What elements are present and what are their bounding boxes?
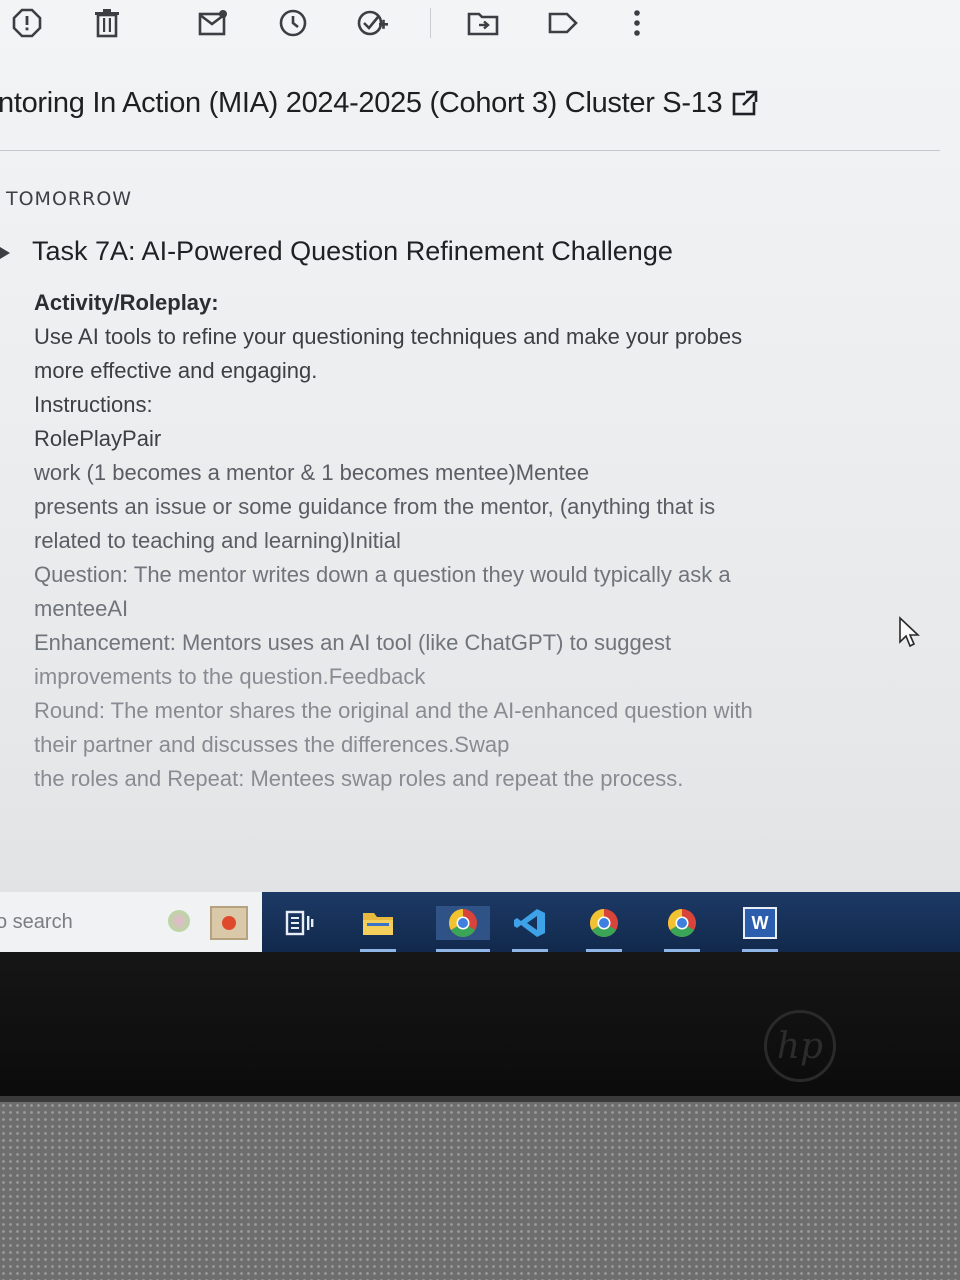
word-logo: W — [743, 907, 777, 939]
more-vert-icon[interactable] — [620, 6, 654, 40]
header-divider — [0, 150, 940, 151]
screen: ntoring In Action (MIA) 2024-2025 (Cohor… — [0, 0, 960, 960]
cortana-icon[interactable] — [168, 910, 190, 932]
email-toolbar — [0, 0, 960, 52]
delete-icon[interactable] — [90, 6, 124, 40]
task-title[interactable]: Task 7A: AI-Powered Question Refinement … — [32, 236, 673, 267]
chrome-icon-3[interactable] — [664, 906, 700, 952]
chrome-icon[interactable] — [436, 906, 490, 952]
snooze-icon[interactable] — [276, 6, 310, 40]
description-line: presents an issue or some guidance from … — [34, 494, 716, 519]
taskbar-search-box[interactable]: o search — [0, 892, 262, 952]
description-line: more effective and engaging. — [34, 358, 318, 383]
description-line: work (1 becomes a mentor & 1 becomes men… — [34, 460, 590, 485]
photo-app-icon[interactable] — [210, 906, 248, 940]
description-line: their partner and discusses the differen… — [34, 732, 510, 757]
file-explorer-icon[interactable] — [360, 906, 396, 952]
word-letter: W — [751, 912, 769, 933]
word-icon[interactable]: W — [742, 906, 778, 952]
task-description: Activity/Roleplay: Use AI tools to refin… — [34, 286, 854, 796]
open-in-new-window-icon[interactable] — [732, 90, 759, 116]
add-to-tasks-icon[interactable] — [356, 6, 390, 40]
windows-taskbar: o search W — [0, 892, 960, 952]
toolbar-divider — [430, 8, 431, 38]
task-marker — [0, 247, 10, 259]
mark-unread-icon[interactable] — [196, 6, 230, 40]
description-line: Question: The mentor writes down a quest… — [34, 562, 731, 587]
chrome-icon-2[interactable] — [586, 906, 622, 952]
description-line: RolePlayPair — [34, 426, 162, 451]
due-section-label: TOMORROW — [6, 188, 133, 210]
mouse-pointer-icon — [899, 616, 920, 648]
subject-row: ntoring In Action (MIA) 2024-2025 (Cohor… — [0, 78, 960, 128]
search-placeholder: o search — [0, 910, 73, 933]
description-line: Round: The mentor shares the original an… — [34, 698, 753, 723]
description-line: Instructions: — [34, 392, 153, 417]
label-icon[interactable] — [546, 6, 580, 40]
report-icon[interactable] — [10, 6, 44, 40]
speaker-grille — [0, 1102, 960, 1280]
move-to-icon[interactable] — [466, 6, 500, 40]
description-line: menteeAI — [34, 596, 129, 621]
description-line: related to teaching and learning)Initial — [34, 528, 401, 553]
description-line: improvements to the question.Feedback — [34, 664, 426, 689]
task-view-icon[interactable] — [282, 906, 318, 940]
description-line: the roles and Repeat: Mentees swap roles… — [34, 766, 684, 791]
activity-subheading: Activity/Roleplay: — [34, 290, 219, 315]
hp-logo: hp — [764, 1010, 836, 1082]
email-subject: ntoring In Action (MIA) 2024-2025 (Cohor… — [0, 86, 723, 119]
description-line: Use AI tools to refine your questioning … — [34, 324, 743, 349]
description-line: Enhancement: Mentors uses an AI tool (li… — [34, 630, 672, 655]
vscode-icon[interactable] — [512, 906, 548, 952]
